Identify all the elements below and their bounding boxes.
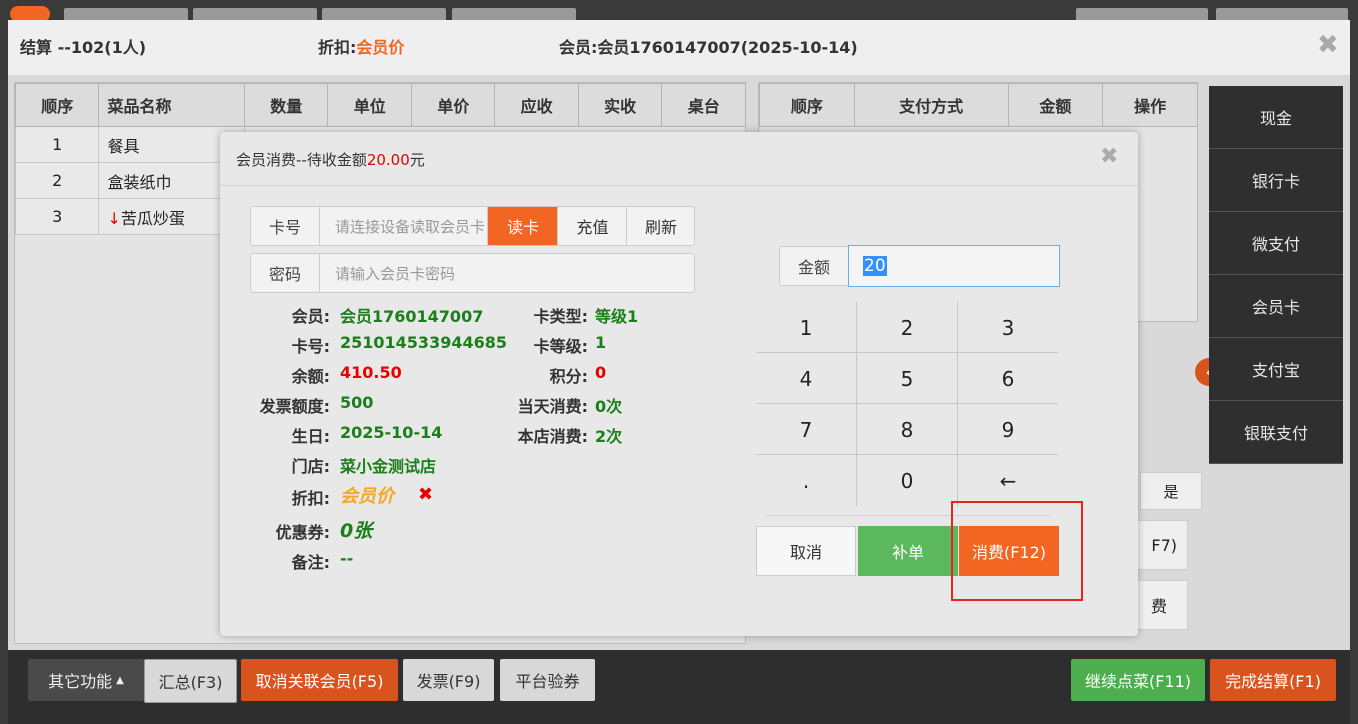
info-label: 门店: (291, 457, 330, 476)
divider (220, 185, 1138, 186)
invoice-button[interactable]: 发票(F9) (403, 659, 494, 701)
discount-type: 会员价 (340, 486, 394, 507)
invoice-quota: 500 (340, 393, 374, 412)
info-label: 卡等级: (533, 337, 588, 356)
key-0[interactable]: 0 (857, 455, 957, 506)
member-name: 会员1760147007 (340, 307, 484, 326)
key-6[interactable]: 6 (958, 353, 1058, 404)
password-label: 密码 (251, 254, 320, 292)
other-functions-button[interactable]: 其它功能 ▲ (28, 659, 144, 701)
platform-coupon-button[interactable]: 平台验券 (500, 659, 595, 701)
pending-amount: 20.00 (366, 151, 410, 169)
settlement-title: 结算 --102(1人) (20, 38, 147, 57)
pay-method-wechat[interactable]: 微支付 (1209, 212, 1343, 275)
card-label: 卡号 (251, 207, 320, 245)
note: -- (340, 549, 354, 568)
yes-button[interactable]: 是 (1140, 472, 1202, 510)
payments-table: 顺序 支付方式 金额 操作 (759, 83, 1198, 127)
col-header: 操作 (1102, 83, 1198, 127)
col-header: 单价 (410, 83, 496, 127)
birthday: 2025-10-14 (340, 423, 443, 442)
info-label: 优惠券: (275, 523, 330, 542)
password-row: 密码 请输入会员卡密码 (250, 253, 695, 293)
col-header: 桌台 (661, 83, 746, 127)
settlement-header: 结算 --102(1人) 折扣:会员价 会员:会员1760147007(2025… (8, 20, 1350, 75)
password-input[interactable]: 请输入会员卡密码 (319, 254, 694, 292)
info-label: 卡类型: (533, 307, 588, 326)
numeric-keypad: 1 2 3 4 5 6 7 8 9 . 0 ← (756, 302, 1058, 506)
summary-button[interactable]: 汇总(F3) (144, 659, 237, 703)
recharge-button[interactable]: 充值 (557, 207, 627, 245)
key-3[interactable]: 3 (958, 302, 1058, 353)
supplement-order-button[interactable]: 补单 (858, 526, 958, 576)
col-header: 应收 (494, 83, 579, 127)
info-label: 生日: (291, 427, 330, 446)
close-icon[interactable]: ✖ (1100, 144, 1118, 169)
col-header: 单位 (327, 83, 412, 127)
pay-method-unionpay[interactable]: 银联支付 (1209, 401, 1343, 464)
coupon-count: 0张 (340, 520, 373, 542)
today-spend-count: 0次 (595, 397, 623, 416)
highlight-box (951, 501, 1083, 601)
amount-label: 金额 (779, 246, 849, 286)
col-header: 实收 (577, 83, 663, 127)
card-number-input[interactable]: 请连接设备读取会员卡 (319, 207, 487, 245)
key-2[interactable]: 2 (857, 302, 957, 353)
amount-input[interactable]: 20 (848, 245, 1060, 287)
col-header: 顺序 (14, 83, 100, 127)
caret-up-icon: ▲ (116, 674, 124, 686)
info-label: 备注: (291, 553, 330, 572)
key-5[interactable]: 5 (857, 353, 957, 404)
col-header: 支付方式 (853, 83, 1009, 127)
continue-order-button[interactable]: 继续点菜(F11) (1071, 659, 1205, 701)
col-header: 数量 (243, 83, 329, 127)
key-dot[interactable]: . (756, 455, 856, 506)
store-name: 菜小金测试店 (340, 457, 437, 476)
dialog-title: 会员消费--待收金额20.00元 (236, 151, 425, 169)
col-header: 顺序 (759, 83, 855, 127)
cancel-member-button[interactable]: 取消关联会员(F5) (241, 659, 398, 701)
info-label: 折扣: (291, 489, 330, 508)
card-type: 等级1 (595, 307, 639, 326)
close-icon[interactable]: ✖ (1317, 30, 1339, 60)
read-card-button[interactable]: 读卡 (487, 207, 558, 245)
bottom-toolbar: 其它功能 ▲ 汇总(F3) 取消关联会员(F5) 发票(F9) 平台验券 继续点菜… (8, 650, 1350, 724)
discount-value: 会员价 (356, 38, 405, 57)
card-row: 卡号 请连接设备读取会员卡 读卡 充值 刷新 (250, 206, 695, 246)
down-arrow-icon: ↓ (107, 208, 121, 228)
discount-label: 折扣:会员价 (318, 38, 405, 57)
col-header: 菜品名称 (98, 83, 245, 127)
pay-method-membercard[interactable]: 会员卡 (1209, 275, 1343, 338)
backspace-key[interactable]: ← (958, 455, 1058, 506)
info-label: 积分: (549, 367, 588, 386)
info-label: 发票额度: (259, 397, 330, 416)
card-number: 251014533944685 (340, 333, 507, 352)
remove-discount-icon[interactable]: ✖ (418, 484, 433, 505)
info-label: 余额: (291, 367, 330, 386)
card-level: 1 (595, 333, 607, 352)
cancel-button[interactable]: 取消 (756, 526, 856, 576)
key-4[interactable]: 4 (756, 353, 856, 404)
points: 0 (595, 363, 607, 382)
info-label: 本店消费: (517, 427, 588, 446)
pay-method-cash[interactable]: 现金 (1209, 86, 1343, 149)
pay-method-bankcard[interactable]: 银行卡 (1209, 149, 1343, 212)
finish-settlement-button[interactable]: 完成结算(F1) (1210, 659, 1336, 701)
member-value: 会员1760147007(2025-10-14) (597, 38, 858, 57)
info-label: 卡号: (291, 337, 330, 356)
info-label: 会员: (291, 307, 330, 326)
store-spend-count: 2次 (595, 427, 623, 446)
key-9[interactable]: 9 (958, 404, 1058, 455)
balance: 410.50 (340, 363, 402, 382)
refresh-button[interactable]: 刷新 (626, 207, 695, 245)
member-info: 会员:会员1760147007(2025-10-14) (559, 38, 858, 57)
info-label: 当天消费: (517, 397, 588, 416)
pay-method-alipay[interactable]: 支付宝 (1209, 338, 1343, 401)
key-1[interactable]: 1 (756, 302, 856, 353)
key-8[interactable]: 8 (857, 404, 957, 455)
key-7[interactable]: 7 (756, 404, 856, 455)
col-header: 金额 (1007, 83, 1104, 127)
